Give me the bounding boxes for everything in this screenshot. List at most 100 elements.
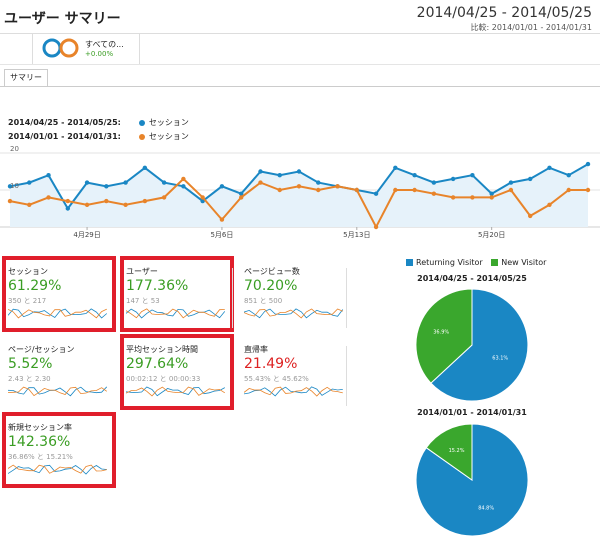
data-point[interactable] — [470, 173, 475, 178]
legend-dot-icon — [138, 119, 145, 126]
data-point[interactable] — [547, 202, 552, 207]
data-point[interactable] — [393, 165, 398, 170]
pie-label-new: 36.9% — [433, 330, 449, 336]
data-point[interactable] — [508, 180, 514, 185]
data-point[interactable] — [142, 165, 148, 170]
metric-value: 21.49% — [244, 356, 298, 372]
data-point[interactable] — [412, 187, 417, 193]
data-point[interactable] — [585, 161, 591, 167]
data-point[interactable] — [393, 187, 398, 193]
data-point[interactable] — [335, 184, 340, 189]
data-point[interactable] — [566, 187, 571, 193]
data-point[interactable] — [200, 195, 205, 200]
data-point[interactable] — [104, 198, 109, 204]
data-point[interactable] — [219, 184, 225, 189]
metric-sparkline — [244, 308, 344, 319]
segment-percent: +0.00% — [85, 50, 114, 58]
y-tick-label: 10 — [10, 182, 19, 190]
data-point[interactable] — [239, 195, 244, 200]
x-tick-label: 4月29日 — [73, 231, 100, 239]
data-point[interactable] — [161, 180, 167, 185]
legend-metric: セッション — [148, 118, 189, 127]
metric-value: 5.52% — [8, 356, 53, 372]
data-point[interactable] — [528, 176, 533, 182]
data-point[interactable] — [84, 180, 90, 185]
data-point[interactable] — [65, 206, 71, 211]
data-point[interactable] — [450, 176, 456, 182]
data-point[interactable] — [450, 195, 456, 200]
legend-dot-icon — [138, 133, 145, 140]
tile-divider — [232, 268, 233, 328]
data-point[interactable] — [104, 184, 109, 189]
y-tick-label: 20 — [10, 145, 19, 153]
tab-divider — [0, 86, 600, 87]
highlight-box — [2, 412, 116, 488]
segment-selector[interactable]: すべての... +0.00% — [32, 34, 140, 64]
data-point[interactable] — [181, 176, 186, 182]
date-range-selector[interactable]: 2014/04/25 - 2014/05/25 — [417, 5, 592, 21]
data-point[interactable] — [547, 165, 552, 170]
data-point[interactable] — [489, 195, 494, 200]
data-point[interactable] — [84, 202, 90, 207]
data-point[interactable] — [508, 187, 514, 193]
metric-tile[interactable]: ページ/セッション 5.52% 2.43 と 2.30 — [0, 336, 112, 406]
metric-tile[interactable]: 直帰率 21.49% 55.43% と 45.62% — [236, 336, 348, 406]
data-point[interactable] — [528, 213, 533, 219]
data-point[interactable] — [46, 173, 51, 178]
data-point[interactable] — [277, 173, 282, 178]
data-point[interactable] — [316, 187, 321, 193]
legend-row-compare: 2014/01/01 - 2014/01/31: セッション — [8, 131, 189, 142]
data-point[interactable] — [277, 187, 282, 193]
highlight-box — [120, 256, 234, 332]
data-point[interactable] — [65, 198, 71, 204]
data-point[interactable] — [7, 198, 13, 204]
x-tick-label: 5月6日 — [210, 231, 233, 239]
page-title: ユーザー サマリー — [4, 11, 121, 27]
legend-range: 2014/04/25 - 2014/05/25: — [8, 118, 121, 127]
data-point[interactable] — [566, 173, 571, 178]
data-point[interactable] — [373, 191, 379, 196]
data-point[interactable] — [316, 180, 321, 185]
data-point[interactable] — [46, 195, 51, 200]
tab-summary[interactable]: サマリー — [4, 69, 48, 87]
data-point[interactable] — [296, 184, 302, 189]
pie-title-current: 2014/04/25 - 2014/05/25 — [417, 274, 527, 283]
metric-tile[interactable]: ページビュー数 70.20% 851 と 500 — [236, 258, 348, 328]
legend-row-current: 2014/04/25 - 2014/05/25: セッション — [8, 117, 189, 128]
data-point[interactable] — [412, 173, 417, 178]
data-point[interactable] — [181, 184, 186, 189]
data-point[interactable] — [123, 180, 128, 185]
compare-range: 比較: 2014/01/01 - 2014/01/31 — [470, 23, 592, 32]
legend-range: 2014/01/01 - 2014/01/31: — [8, 132, 121, 141]
metric-name: ページビュー数 — [244, 267, 300, 276]
data-point[interactable] — [296, 169, 302, 174]
pie-chart-current: 63.1% 36.9% — [415, 288, 529, 402]
data-point[interactable] — [373, 224, 379, 230]
data-point[interactable] — [123, 202, 128, 207]
data-point[interactable] — [161, 195, 167, 200]
data-point[interactable] — [142, 198, 148, 204]
data-point[interactable] — [431, 180, 437, 185]
pie-legend: Returning Visitor New Visitor — [406, 258, 546, 267]
data-point[interactable] — [258, 169, 263, 174]
data-point[interactable] — [354, 187, 359, 193]
legend-metric: セッション — [148, 132, 189, 141]
data-point[interactable] — [470, 195, 475, 200]
x-tick-label: 5月13日 — [343, 231, 370, 239]
sparkline-compare — [244, 308, 343, 319]
data-point[interactable] — [27, 180, 32, 185]
tile-divider — [346, 268, 347, 328]
data-point[interactable] — [431, 191, 437, 196]
legend-returning: Returning Visitor — [416, 258, 483, 267]
data-point[interactable] — [258, 180, 263, 185]
new-visitor-swatch-icon — [491, 259, 499, 266]
data-point[interactable] — [27, 202, 32, 207]
returning-visitor-swatch-icon — [406, 259, 413, 266]
metric-sparkline — [244, 386, 343, 397]
data-point[interactable] — [219, 217, 225, 222]
pie-chart-compare: 84.8% 15.2% — [415, 423, 529, 537]
metric-value: 70.20% — [244, 278, 298, 294]
pie-label-new: 15.2% — [449, 448, 465, 454]
tile-divider — [346, 346, 347, 406]
data-point[interactable] — [585, 187, 591, 193]
